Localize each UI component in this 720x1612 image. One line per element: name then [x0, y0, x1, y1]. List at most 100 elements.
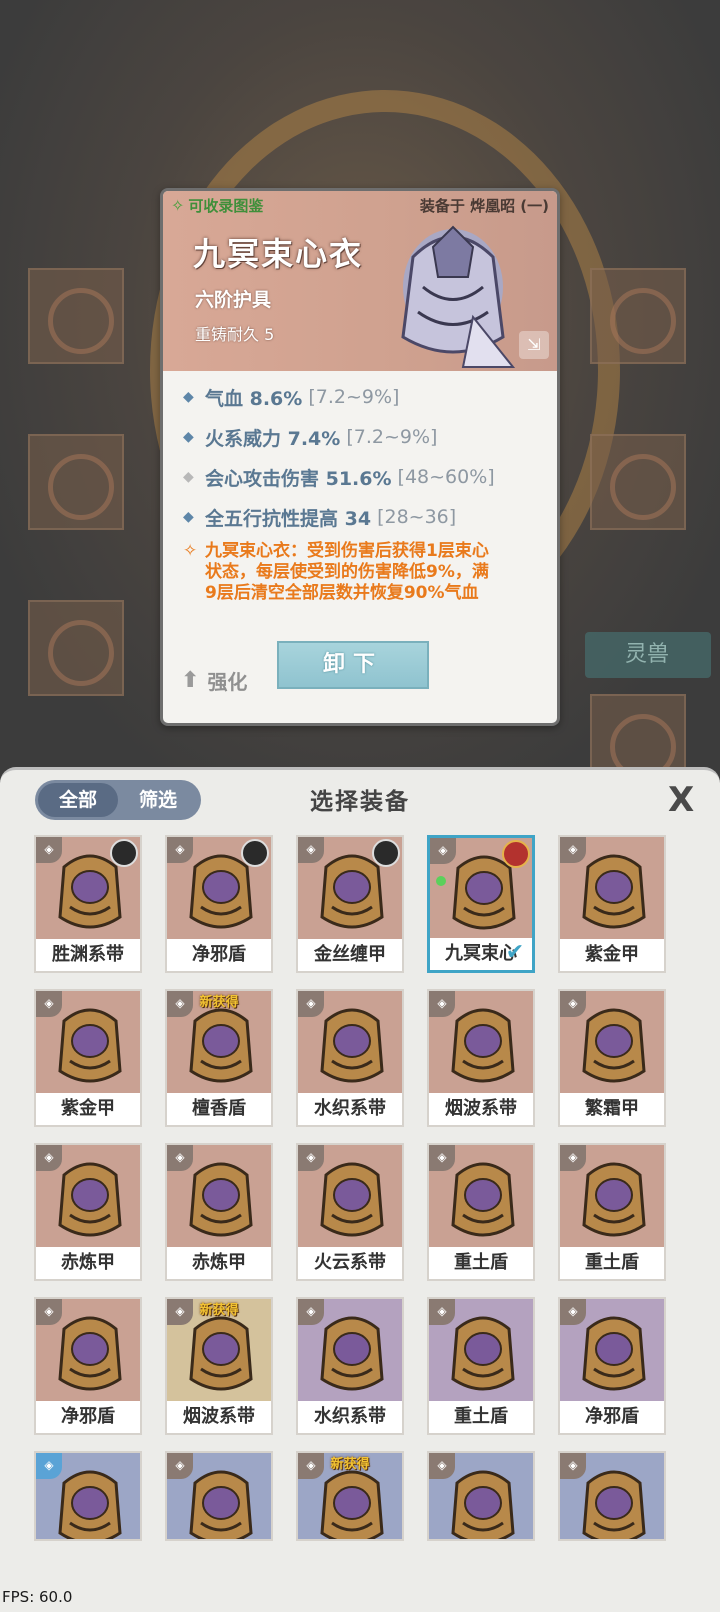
armor-type-icon: ◈	[560, 991, 586, 1017]
unequip-button[interactable]: 卸下	[277, 641, 429, 689]
armor-type-icon: ◈	[167, 837, 193, 863]
equipment-name: 水织系带	[298, 1401, 402, 1433]
armor-type-icon: ◈	[298, 991, 324, 1017]
effect-line: 状态，每层使受到的伤害降低9%，满	[205, 562, 489, 582]
enhance-button[interactable]: ⬆ 强化	[181, 666, 247, 695]
equipment-name: 重土盾	[560, 1247, 664, 1279]
equipment-select-panel: 选择装备 全部 筛选 X ◈ 胜渊系带 ◈ 净邪盾 ◈ 金丝缠甲 ◈ 九冥束心 ✔ ◈ 紫金甲 ◈ 紫金…	[0, 767, 720, 1612]
equipment-name: 烟波系带	[167, 1401, 271, 1433]
background-slot	[28, 434, 124, 530]
equipment-tile[interactable]: ◈ 火云系带	[296, 1143, 404, 1281]
filter-toggle: 全部 筛选	[35, 780, 201, 820]
owner-avatar	[110, 839, 138, 867]
equipment-name: 重土盾	[429, 1247, 533, 1279]
armor-type-icon: ◈	[298, 1299, 324, 1325]
stat-label: 全五行抗性提高 34	[205, 507, 372, 530]
share-icon[interactable]: ⇲	[519, 331, 549, 359]
equipment-tile[interactable]: ◈ 烟波系带	[427, 989, 535, 1127]
new-tag: 新获得	[199, 1303, 239, 1318]
equipment-tile[interactable]: ◈ 水织系带	[296, 1297, 404, 1435]
selected-check-icon: ✔	[505, 940, 525, 965]
tab-filter[interactable]: 筛选	[118, 783, 198, 817]
equipment-tile[interactable]: ◈ 胜渊系带	[34, 835, 142, 973]
equipment-tile[interactable]: ◈ 赤炼甲	[165, 1143, 273, 1281]
equipment-name: 净邪盾	[560, 1401, 664, 1433]
equipment-tile[interactable]: ◈ 新获得 烟波系带	[165, 1297, 273, 1435]
armor-type-icon: ◈	[560, 1299, 586, 1325]
spirit-beast-button: 灵兽	[585, 632, 711, 678]
new-tag: 新获得	[330, 1457, 370, 1472]
diamond-icon: ◆	[183, 389, 194, 405]
equipment-tile[interactable]: ◈	[558, 1451, 666, 1541]
effect-line: 9层后清空全部层数并恢复90%气血	[205, 583, 479, 603]
new-tag: 新获得	[199, 995, 239, 1010]
equipment-tile[interactable]: ◈ 赤炼甲	[34, 1143, 142, 1281]
recast-durability: 重铸耐久 5	[195, 325, 275, 344]
equipment-name: 金丝缠甲	[298, 939, 402, 971]
equipment-name: 紫金甲	[560, 939, 664, 971]
equipped-by-label: 装备于 烨凰昭 (一)	[419, 197, 549, 215]
equipment-tile[interactable]: ◈ 重土盾	[558, 1143, 666, 1281]
enhance-label: 强化	[207, 670, 248, 694]
equipment-name: 繁霜甲	[560, 1093, 664, 1125]
equipment-tile[interactable]: ◈ 新获得	[296, 1451, 404, 1541]
equipment-detail-card: ✧ 可收录图鉴 装备于 烨凰昭 (一) 九冥束心衣 六阶护具 重铸耐久 5 ⇲ …	[160, 188, 560, 726]
equipment-tile[interactable]: ◈	[427, 1451, 535, 1541]
armor-type-icon: ◈	[560, 1145, 586, 1171]
stat-label: 会心攻击伤害 51.6%	[205, 467, 392, 490]
equipment-name: 净邪盾	[36, 1401, 140, 1433]
item-name: 九冥束心衣	[193, 235, 364, 273]
armor-type-icon: ◈	[36, 991, 62, 1017]
armor-type-icon: ◈	[298, 1145, 324, 1171]
card-header: ✧ 可收录图鉴 装备于 烨凰昭 (一) 九冥束心衣 六阶护具 重铸耐久 5 ⇲	[163, 191, 557, 371]
tab-all[interactable]: 全部	[38, 783, 118, 817]
equipment-tile[interactable]: ◈	[34, 1451, 142, 1541]
stat-list: ◆ 气血 8.6% [7.2~9%] ◆ 火系威力 7.4% [7.2~9%] …	[183, 377, 543, 537]
stat-range: [28~36]	[377, 506, 457, 528]
close-button[interactable]: X	[668, 780, 694, 820]
collect-icon: ✧	[171, 196, 185, 215]
stat-row: ◆ 火系威力 7.4% [7.2~9%]	[183, 417, 543, 457]
background-slot	[590, 434, 686, 530]
equipment-tile[interactable]: ◈ 净邪盾	[165, 835, 273, 973]
equipment-tile[interactable]: ◈ 繁霜甲	[558, 989, 666, 1127]
owner-avatar	[241, 839, 269, 867]
armor-type-icon: ◈	[167, 1145, 193, 1171]
owner-avatar	[502, 840, 530, 868]
equipment-tile[interactable]: ◈	[165, 1451, 273, 1541]
equipment-tile[interactable]: ◈ 净邪盾	[558, 1297, 666, 1435]
equipment-tile[interactable]: ◈ 净邪盾	[34, 1297, 142, 1435]
equipment-tile[interactable]: ◈ 水织系带	[296, 989, 404, 1127]
stat-range: [48~60%]	[397, 466, 495, 488]
equipment-tile[interactable]: ◈ 新获得 檀香盾	[165, 989, 273, 1127]
armor-type-icon: ◈	[429, 991, 455, 1017]
armor-type-icon: ◈	[36, 1299, 62, 1325]
stat-row: ◆ 全五行抗性提高 34 [28~36]	[183, 497, 543, 537]
equipment-name: 火云系带	[298, 1247, 402, 1279]
equipment-tile[interactable]: ◈ 九冥束心 ✔	[427, 835, 535, 973]
equipment-tile[interactable]: ◈ 紫金甲	[558, 835, 666, 973]
equipment-tile[interactable]: ◈ 重土盾	[427, 1143, 535, 1281]
equipment-tile[interactable]: ◈ 紫金甲	[34, 989, 142, 1127]
effect-text: 九冥束心衣：受到伤害后获得1层束心 状态，每层使受到的伤害降低9%，满 9层后清…	[205, 541, 489, 604]
armor-type-icon: ◈	[560, 837, 586, 863]
collectible-row[interactable]: ✧ 可收录图鉴	[171, 195, 263, 216]
armor-type-icon: ◈	[167, 1453, 193, 1479]
equipment-tile[interactable]: ◈ 重土盾	[427, 1297, 535, 1435]
diamond-icon: ◆	[183, 509, 194, 525]
armor-type-icon: ◈	[429, 1299, 455, 1325]
equipment-name: 净邪盾	[167, 939, 271, 971]
armor-type-icon: ◈	[429, 1453, 455, 1479]
background-slot	[590, 694, 686, 780]
equipment-name: 重土盾	[429, 1401, 533, 1433]
item-tier: 六阶护具	[195, 289, 272, 311]
stat-label: 气血 8.6%	[205, 387, 303, 410]
upgrade-arrow-icon: ⬆	[181, 668, 200, 693]
equipment-tile[interactable]: ◈ 金丝缠甲	[296, 835, 404, 973]
armor-type-icon: ◈	[430, 838, 456, 864]
armor-type-icon: ◈	[429, 1145, 455, 1171]
fps-counter: FPS: 60.0	[2, 1588, 73, 1606]
armor-type-icon: ◈	[36, 1453, 62, 1479]
stat-label: 火系威力 7.4%	[205, 427, 341, 450]
equipment-name: 水织系带	[298, 1093, 402, 1125]
